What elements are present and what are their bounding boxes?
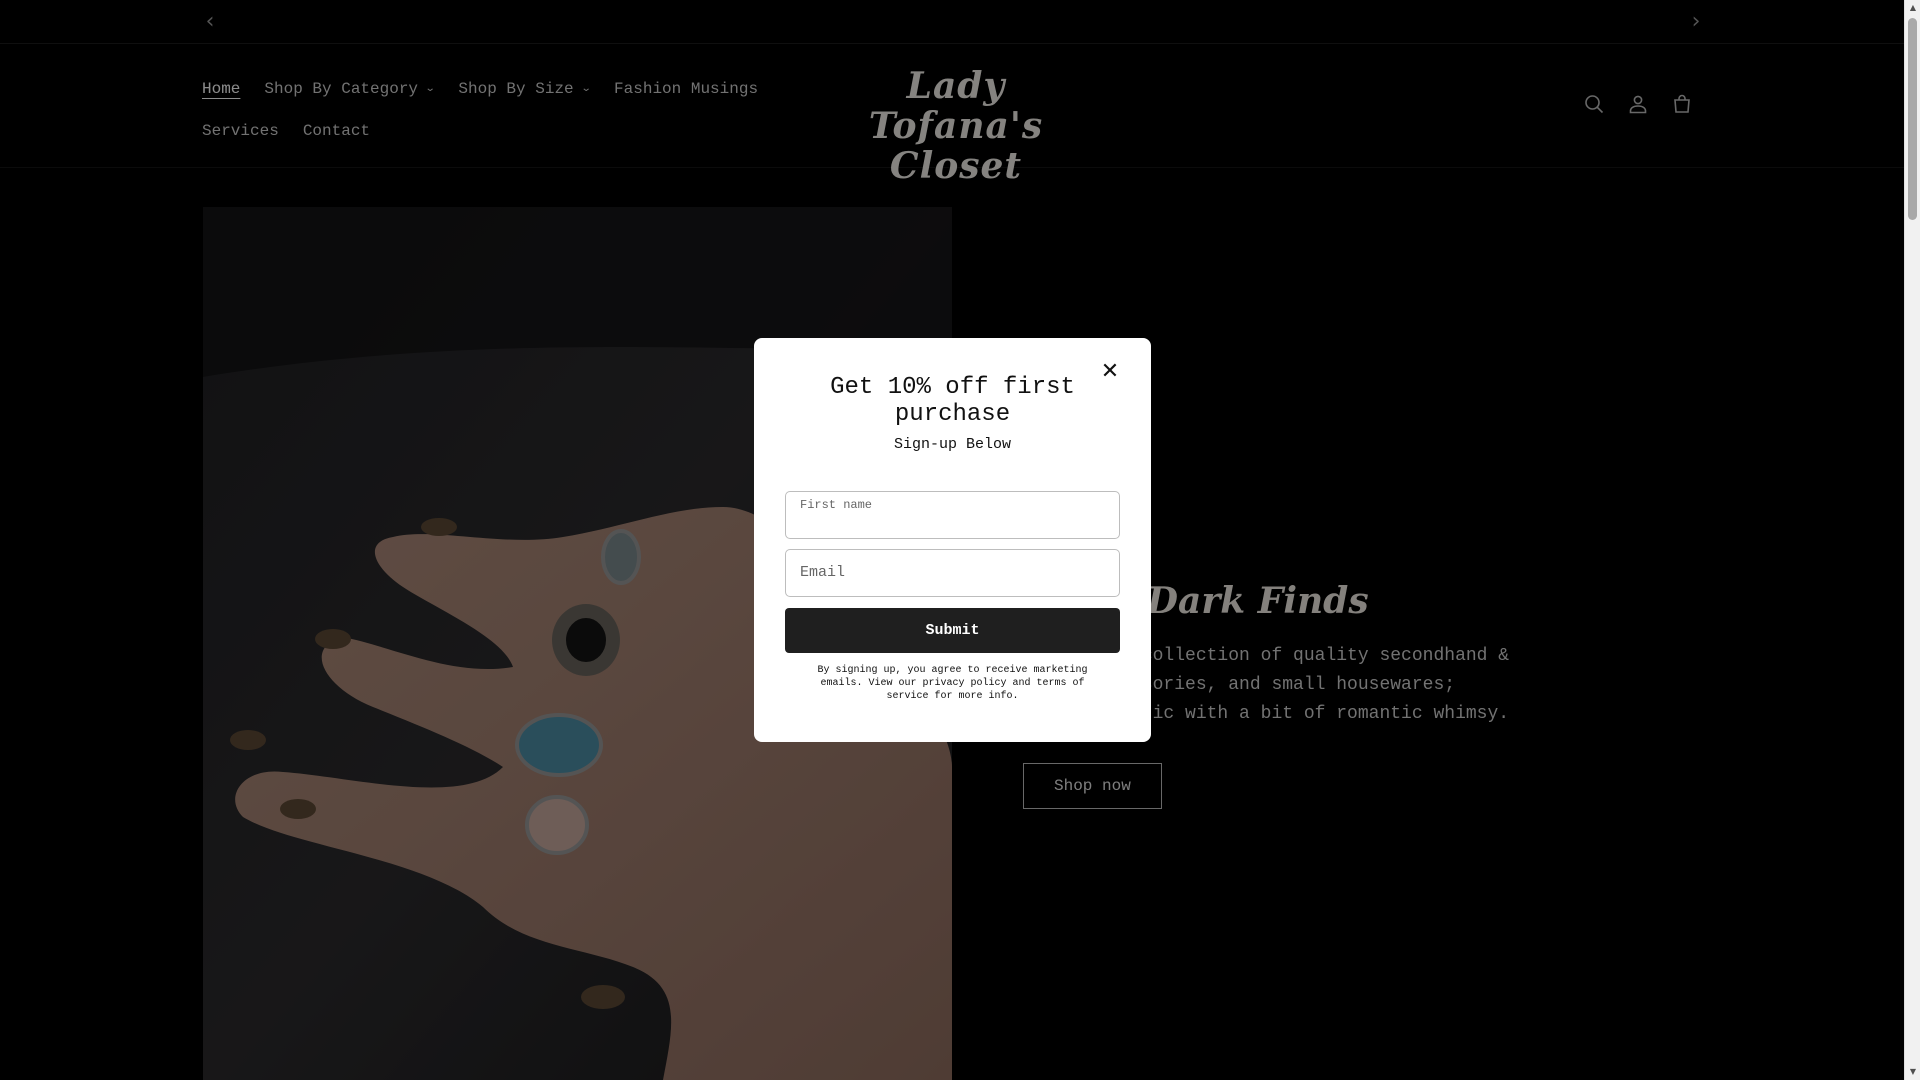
signup-modal: ✕ Get 10% off first purchase Sign-up Bel… bbox=[754, 338, 1151, 742]
first-name-field[interactable]: First name bbox=[785, 491, 1120, 539]
page-scrollbar[interactable]: ▲ ▼ bbox=[1904, 0, 1920, 1080]
modal-subtitle: Sign-up Below bbox=[893, 436, 1012, 453]
email-field[interactable]: Email bbox=[785, 549, 1120, 597]
first-name-label: First name bbox=[800, 498, 873, 512]
signup-disclaimer: By signing up, you agree to receive mark… bbox=[817, 665, 1088, 702]
modal-title: Get 10% off first purchase bbox=[830, 374, 1075, 428]
scroll-up-icon[interactable]: ▲ bbox=[1905, 0, 1920, 16]
email-placeholder: Email bbox=[800, 564, 846, 581]
scroll-down-icon[interactable]: ▼ bbox=[1905, 1064, 1920, 1080]
scrollbar-thumb[interactable] bbox=[1908, 18, 1917, 220]
submit-button[interactable]: Submit bbox=[785, 608, 1120, 653]
close-icon[interactable]: ✕ bbox=[1098, 360, 1122, 384]
